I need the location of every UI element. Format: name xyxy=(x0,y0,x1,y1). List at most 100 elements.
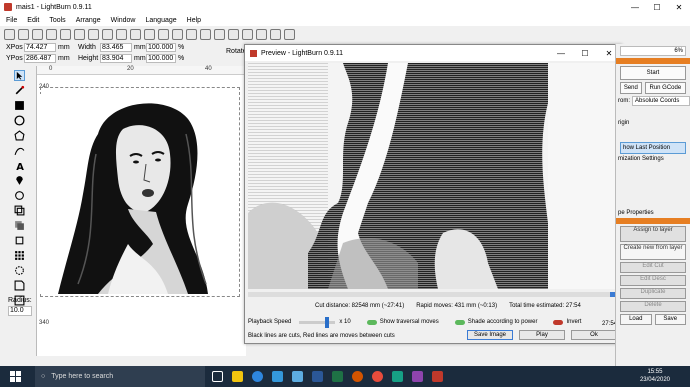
circular-array-icon[interactable] xyxy=(14,265,25,276)
show-traversal-toggle[interactable]: Show traversal moves xyxy=(366,319,439,325)
zoom-in-icon[interactable] xyxy=(116,28,127,40)
task-view-icon[interactable] xyxy=(209,366,225,387)
settings-icon[interactable] xyxy=(186,28,197,40)
boolean-icon[interactable] xyxy=(14,205,25,216)
scale-y-field[interactable]: 100.000 xyxy=(146,53,176,63)
array-icon[interactable] xyxy=(14,250,25,261)
menu-language[interactable]: Language xyxy=(146,17,177,24)
edge-icon[interactable] xyxy=(249,366,265,387)
app-icon[interactable] xyxy=(409,366,425,387)
save-button[interactable]: Save xyxy=(654,314,686,325)
menu-file[interactable]: File xyxy=(6,17,17,24)
minimize-button[interactable]: — xyxy=(624,0,646,14)
mail-icon[interactable] xyxy=(289,366,305,387)
align-left-icon[interactable] xyxy=(242,28,253,40)
measure-tool-icon[interactable] xyxy=(14,190,25,201)
excel-icon[interactable] xyxy=(329,366,345,387)
create-new-from-layer-button[interactable]: Create new from layer xyxy=(620,244,686,260)
zoom-fit-icon[interactable] xyxy=(144,28,155,40)
load-button[interactable]: Load xyxy=(620,314,652,325)
height-field[interactable]: 83.904 xyxy=(100,53,132,63)
close-button[interactable]: ✕ xyxy=(668,0,690,14)
distribute-icon[interactable] xyxy=(284,28,295,40)
taskbar-clock[interactable]: 15:55 23/04/2020 xyxy=(640,368,670,384)
redo-icon[interactable] xyxy=(46,28,57,40)
optimization-settings-link[interactable]: mization Settings xyxy=(616,156,690,162)
playback-speed-slider[interactable] xyxy=(299,316,336,328)
align-right-icon[interactable] xyxy=(270,28,281,40)
rectangle-tool-icon[interactable] xyxy=(14,100,25,111)
preview-scrollbar[interactable] xyxy=(248,292,618,297)
word-icon[interactable] xyxy=(309,366,325,387)
ok-button[interactable]: Ok xyxy=(571,330,617,340)
start-button[interactable]: Start xyxy=(620,66,686,80)
taskbar-search[interactable]: ○ Type here to search xyxy=(35,366,205,387)
delete-button[interactable]: Delete xyxy=(620,301,686,312)
preview-title-bar: Preview - LightBurn 0.9.11 — ☐ ✕ xyxy=(245,45,621,61)
menu-tools[interactable]: Tools xyxy=(49,17,65,24)
design-canvas[interactable]: 0 20 40 240 340 xyxy=(36,66,247,356)
menu-help[interactable]: Help xyxy=(187,17,201,24)
preview-minimize-button[interactable]: — xyxy=(549,45,573,61)
ypos-field[interactable]: 286.487 xyxy=(24,53,56,63)
line-tool-icon[interactable] xyxy=(14,145,25,156)
assign-to-layer-button[interactable]: Assign to layer xyxy=(620,226,686,242)
undo-icon[interactable] xyxy=(32,28,43,40)
app-icon[interactable] xyxy=(389,366,405,387)
preview-icon[interactable] xyxy=(200,28,211,40)
send-button[interactable]: Send xyxy=(620,82,642,94)
camera-icon[interactable] xyxy=(172,28,183,40)
edit-nodes-icon[interactable] xyxy=(14,85,25,96)
toggle-on-icon xyxy=(454,319,465,325)
radius-field[interactable]: 10.0 xyxy=(8,306,32,316)
offset-icon[interactable] xyxy=(14,235,25,246)
chrome-icon[interactable] xyxy=(369,366,385,387)
import-icon[interactable] xyxy=(102,28,113,40)
file-explorer-icon[interactable] xyxy=(229,366,245,387)
lightburn-taskbar-icon[interactable] xyxy=(429,366,445,387)
slider-knob[interactable] xyxy=(325,316,330,328)
preview-image[interactable] xyxy=(248,63,618,289)
engraving-image[interactable] xyxy=(38,94,228,294)
preview-window-controls: — ☐ ✕ xyxy=(549,45,621,61)
run-gcode-button[interactable]: Run GCode xyxy=(644,82,686,94)
maximize-button[interactable]: ☐ xyxy=(646,0,668,14)
cut-icon[interactable] xyxy=(60,28,71,40)
position-laser-icon[interactable] xyxy=(14,175,25,186)
paste-icon[interactable] xyxy=(88,28,99,40)
select-tool-icon[interactable] xyxy=(13,70,25,81)
xpos-field[interactable]: 74.427 xyxy=(24,42,56,52)
align-center-icon[interactable] xyxy=(256,28,267,40)
ellipse-tool-icon[interactable] xyxy=(13,115,25,126)
shade-power-toggle[interactable]: Shade according to power xyxy=(454,319,537,325)
menu-window[interactable]: Window xyxy=(111,17,136,24)
frame-icon[interactable] xyxy=(158,28,169,40)
preview-maximize-button[interactable]: ☐ xyxy=(573,45,597,61)
play-button[interactable]: Play xyxy=(519,330,565,340)
scale-x-field[interactable]: 100.000 xyxy=(146,42,176,52)
app-icon[interactable] xyxy=(349,366,365,387)
copy-icon[interactable] xyxy=(74,28,85,40)
width-field[interactable]: 83.465 xyxy=(100,42,132,52)
show-last-position-checkbox[interactable]: how Last Position xyxy=(620,142,686,154)
menu-arrange[interactable]: Arrange xyxy=(76,17,101,24)
text-tool-icon[interactable]: A xyxy=(14,160,25,171)
duplicate-button[interactable]: Duplicate xyxy=(620,288,686,299)
tabs-icon[interactable] xyxy=(14,280,25,291)
edit-desc-button[interactable]: Edit Desc xyxy=(620,275,686,286)
invert-toggle[interactable]: Invert xyxy=(553,319,581,325)
zoom-out-icon[interactable] xyxy=(130,28,141,40)
ungroup-icon[interactable] xyxy=(228,28,239,40)
group-icon[interactable] xyxy=(214,28,225,40)
store-icon[interactable] xyxy=(269,366,285,387)
save-image-button[interactable]: Save Image xyxy=(467,330,513,340)
start-from-select[interactable]: Absolute Coords xyxy=(632,96,690,106)
edit-cut-button[interactable]: Edit Cut xyxy=(620,262,686,273)
windows-start-icon[interactable] xyxy=(10,371,21,382)
menu-edit[interactable]: Edit xyxy=(27,17,39,24)
weld-icon[interactable] xyxy=(14,220,25,231)
shape-properties-tab[interactable]: pe Properties xyxy=(616,210,690,216)
polygon-tool-icon[interactable] xyxy=(13,130,25,141)
save-icon[interactable] xyxy=(18,28,29,40)
open-icon[interactable] xyxy=(4,28,15,40)
